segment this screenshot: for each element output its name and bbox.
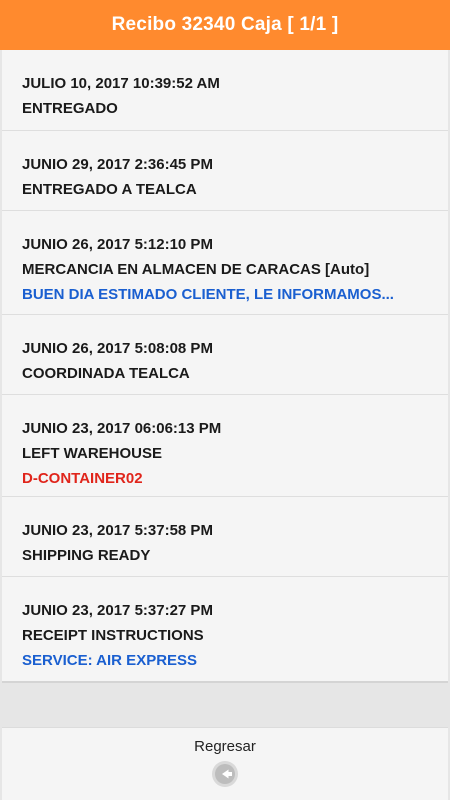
page-title: Recibo 32340 Caja [ 1/1 ] [111,14,339,35]
entry-date: JUNIO 23, 2017 06:06:13 PM [22,420,222,437]
entry-note: SERVICE: AIR EXPRESS [22,652,198,669]
entry-status: ENTREGADO [22,100,118,117]
entry-date: JULIO 10, 2017 10:39:52 AM [22,75,220,92]
entry-date: JUNIO 26, 2017 5:08:08 PM [22,340,213,357]
tracking-entry[interactable]: JUNIO 23, 2017 06:06:13 PM LEFT WAREHOUS… [2,395,448,497]
entry-date: JUNIO 23, 2017 5:37:58 PM [22,522,213,539]
entry-status: COORDINADA TEALCA [22,365,190,382]
back-arrow-icon[interactable] [211,760,239,788]
entry-status: LEFT WAREHOUSE [22,445,163,462]
tracking-entry[interactable]: JUNIO 26, 2017 5:12:10 PM MERCANCIA EN A… [2,211,448,315]
page-header: Recibo 32340 Caja [ 1/1 ] [0,0,450,50]
entry-status: RECEIPT INSTRUCTIONS [22,627,204,644]
entry-status: ENTREGADO A TEALCA [22,181,197,198]
tracking-entry[interactable]: JUNIO 26, 2017 5:08:08 PM COORDINADA TEA… [2,315,448,395]
back-button-label[interactable]: Regresar [194,738,256,756]
entry-status: SHIPPING READY [22,547,151,564]
entry-date: JUNIO 29, 2017 2:36:45 PM [22,156,213,173]
entry-status: MERCANCIA EN ALMACEN DE CARACAS [Auto] [22,261,370,278]
entry-date: JUNIO 23, 2017 5:37:27 PM [22,602,213,619]
back-footer: Regresar [2,727,448,800]
tracking-entry[interactable]: JUNIO 23, 2017 5:37:27 PM RECEIPT INSTRU… [2,577,448,681]
entry-note: D-CONTAINER02 [22,470,143,487]
tracking-entry[interactable]: JUNIO 23, 2017 5:37:58 PM SHIPPING READY [2,497,448,577]
app-screen: Recibo 32340 Caja [ 1/1 ] JULIO 10, 2017… [0,0,450,800]
entry-date: JUNIO 26, 2017 5:12:10 PM [22,236,213,253]
tracking-history-list: JULIO 10, 2017 10:39:52 AM ENTREGADO JUN… [2,50,448,683]
tracking-entry[interactable]: JUNIO 29, 2017 2:36:45 PM ENTREGADO A TE… [2,131,448,211]
tracking-entry[interactable]: JULIO 10, 2017 10:39:52 AM ENTREGADO [2,50,448,131]
entry-note: BUEN DIA ESTIMADO CLIENTE, LE INFORMAMOS… [22,286,394,303]
